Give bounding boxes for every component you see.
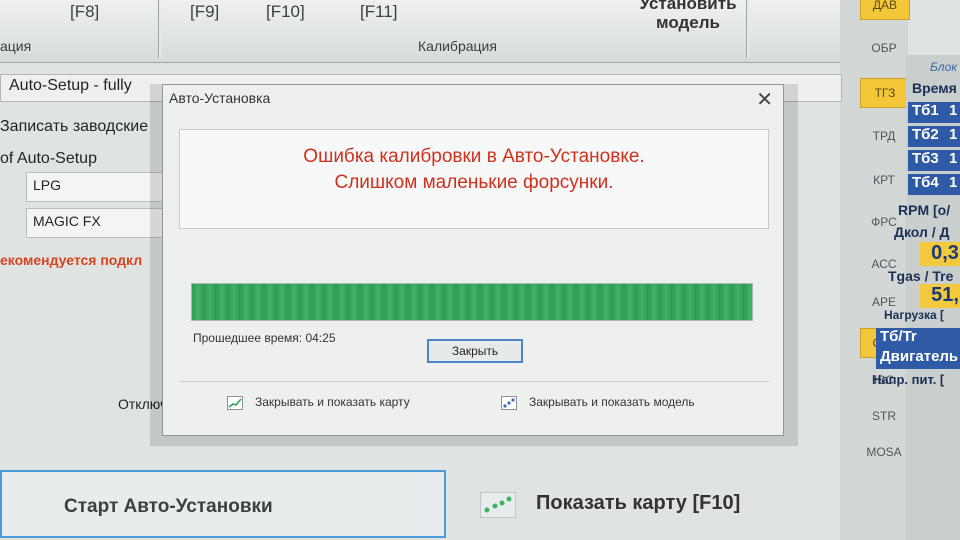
nav-dav[interactable]: ДАВ [860, 0, 910, 20]
show-map-label: Показать карту [F10] [536, 492, 741, 514]
rpm-label: RPM [о/ [898, 202, 951, 218]
error-message: Ошибка калибровки в Авто-Установке. Слиш… [180, 144, 768, 196]
nav-krt[interactable]: КРТ [860, 166, 908, 194]
dkol-label: Дкол / Д [894, 224, 950, 240]
autosetup-mode-value: Auto-Setup - fully [9, 77, 132, 94]
injector-tb1: Тб1 1 [908, 102, 960, 123]
install-model-label: Установить модель [639, 0, 737, 32]
start-autosetup-label: Старт Авто-Установки [64, 496, 273, 517]
close-show-map-label: Закрывать и показать карту [255, 395, 410, 409]
show-map-button[interactable]: Показать карту [F10] [470, 480, 810, 530]
injector-tb2: Тб2 1 [908, 126, 960, 147]
install-model-button[interactable]: Установить модель [632, 0, 744, 32]
tgas-value: 51, [920, 284, 960, 308]
toolbar-separator [746, 0, 749, 58]
nav-str[interactable]: STR [860, 402, 908, 430]
injector-tb4-label: Тб4 [912, 174, 939, 191]
injector-tb2-label: Тб2 [912, 126, 939, 143]
progress-bar-fill [192, 284, 752, 320]
toolbar-fkey-f10[interactable]: [F10] [266, 2, 305, 22]
close-button[interactable]: Закрыть [427, 339, 523, 363]
message-box: Ошибка калибровки в Авто-Установке. Слиш… [179, 129, 769, 229]
nav-trd[interactable]: ТРД [860, 122, 908, 150]
injector-tb3-label: Тб3 [912, 150, 939, 167]
toolbar-separator [158, 0, 161, 58]
toolbar-fkey-f11[interactable]: [F11] [360, 2, 397, 22]
close-show-map-option[interactable]: Закрывать и показать карту [227, 395, 410, 410]
write-factory-button[interactable]: Записать заводские [0, 118, 148, 136]
dkol-value: 0,3 [920, 242, 960, 266]
autosetup-dialog: Авто-Установка ✕ Ошибка калибровки в Авт… [162, 84, 784, 436]
dialog-title: Авто-Установка [169, 90, 271, 106]
injector-tb1-label: Тб1 [912, 102, 939, 119]
error-message-line1: Ошибка калибровки в Авто-Установке. [303, 146, 645, 167]
elapsed-time: Прошедшее время: 04:25 [193, 331, 336, 345]
recommendation-warning: екомендуется подкл [0, 252, 143, 268]
dialog-footer-divider [179, 381, 769, 382]
toolbar-fkey-f8[interactable]: [F8] [70, 2, 99, 22]
toolbar-caption-left: ация [0, 38, 32, 54]
injector-tb3: Тб3 1 [908, 150, 960, 171]
toolbar-caption-calibration: Калибрация [418, 38, 497, 54]
injector-tb4: Тб4 1 [908, 174, 960, 195]
close-show-model-label: Закрывать и показать модель [529, 395, 695, 409]
toolbar-fkey-f9[interactable]: [F9] [190, 2, 219, 22]
progress-bar [191, 283, 753, 321]
readout-panel-title: Блок [930, 60, 957, 74]
map-chart-icon [480, 492, 516, 518]
injector-type-field[interactable]: MAGIC FX [26, 208, 168, 238]
tb-tr-cell: Тб/Tr [876, 328, 960, 349]
injector-type-value: MAGIC FX [33, 213, 101, 229]
injector-tb3-value: 1 [948, 150, 958, 167]
top-toolbar: [F8] [F9] [F10] [F11] Установить модель … [0, 0, 870, 63]
tgas-label: Tgas / Tre [888, 268, 954, 284]
map-icon [227, 395, 243, 410]
autosetup-section-label: of Auto-Setup [0, 150, 97, 167]
tb-tr-label: Тб/Tr [880, 328, 917, 345]
time-label: Время [912, 80, 957, 96]
engine-label: Двигатель [880, 348, 959, 365]
nav-obr[interactable]: ОБР [860, 34, 908, 62]
model-icon [501, 395, 517, 410]
close-icon[interactable]: ✕ [756, 87, 773, 112]
start-autosetup-button[interactable]: Старт Авто-Установки [0, 470, 446, 538]
injector-tb1-value: 1 [948, 102, 958, 119]
nav-mosa[interactable]: MOSA [860, 438, 908, 466]
close-show-model-option[interactable]: Закрывать и показать модель [501, 395, 695, 410]
fuel-type-value: LPG [33, 177, 62, 193]
voltage-label: Напр. пит. [ [872, 372, 945, 387]
load-label: Нагрузка [ [884, 308, 944, 322]
fuel-type-field[interactable]: LPG [26, 172, 168, 202]
injector-tb2-value: 1 [948, 126, 958, 143]
error-message-line2: Слишком маленькие форсунки. [334, 172, 614, 193]
engine-cell: Двигатель [876, 348, 960, 369]
injector-tb4-value: 1 [948, 174, 958, 191]
nav-tgz[interactable]: ТГЗ [860, 78, 910, 108]
